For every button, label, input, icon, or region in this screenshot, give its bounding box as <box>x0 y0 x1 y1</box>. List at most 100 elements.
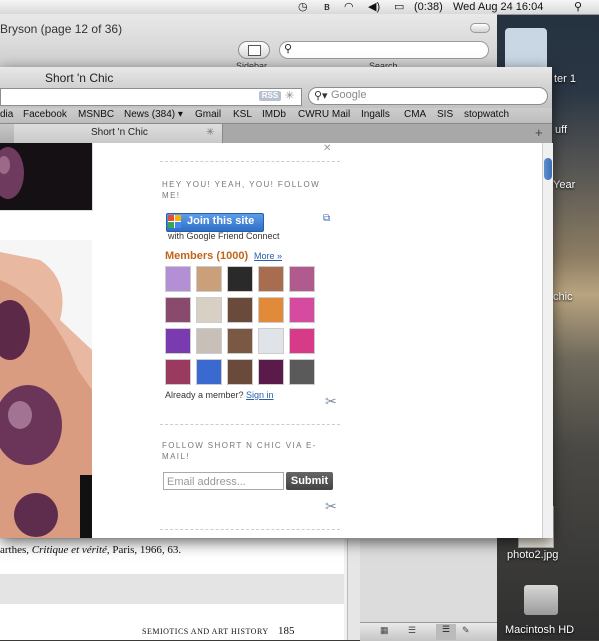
member-avatar[interactable] <box>227 266 253 292</box>
time-machine-icon[interactable]: ◷ <box>298 0 308 14</box>
google-search-input[interactable]: ⚲▾ Google <box>308 87 548 105</box>
member-avatar[interactable] <box>227 297 253 323</box>
new-tab-button[interactable]: + <box>535 125 543 140</box>
pdf-scrollbar[interactable] <box>347 539 361 640</box>
submit-button[interactable]: Submit <box>286 472 333 490</box>
wrench-screwdriver-icon[interactable]: ✂ <box>325 498 337 515</box>
hard-drive-icon[interactable] <box>524 585 558 615</box>
desktop-item-label[interactable]: Year <box>553 179 575 191</box>
desktop-item-label[interactable]: uff <box>555 124 567 136</box>
member-avatar[interactable] <box>165 266 191 292</box>
members-grid <box>165 266 325 388</box>
member-avatar[interactable] <box>196 297 222 323</box>
nail-photo <box>0 143 93 211</box>
bookmarks-bar: dia Facebook MSNBC News (384) ▾ Gmail KS… <box>0 108 552 123</box>
pencil-icon[interactable]: ✎ <box>462 625 470 636</box>
list-view-icon[interactable]: ☰ <box>408 625 416 636</box>
toolbar-toggle-button[interactable] <box>470 23 490 33</box>
search-icon: ⚲ <box>284 43 293 55</box>
detail-view-icon[interactable]: ☰ <box>436 624 456 640</box>
bluetooth-icon[interactable]: ʙ <box>324 0 330 14</box>
spotlight-icon[interactable]: ⚲ <box>574 0 582 14</box>
clock[interactable]: Wed Aug 24 16:04 <box>453 0 543 14</box>
member-avatar[interactable] <box>165 359 191 385</box>
member-avatar[interactable] <box>165 328 191 354</box>
divider <box>160 161 340 162</box>
address-bar[interactable] <box>0 88 302 106</box>
member-avatar[interactable] <box>196 266 222 292</box>
bookmark-item[interactable]: SIS <box>437 109 453 120</box>
bookmark-item[interactable]: dia <box>0 109 13 120</box>
bookmark-item[interactable]: MSNBC <box>78 109 114 120</box>
google-friend-connect-icon <box>168 215 181 228</box>
member-avatar[interactable] <box>289 328 315 354</box>
follow-widget-title: HEY YOU! YEAH, YOU! FOLLOW ME! <box>162 180 321 200</box>
email-address-input[interactable]: Email address... <box>163 472 284 490</box>
browser-title: Short 'n Chic <box>45 71 114 85</box>
member-avatar[interactable] <box>196 328 222 354</box>
gfc-caption: with Google Friend Connect <box>168 231 280 241</box>
nail-photo-large <box>0 240 92 538</box>
desktop-item-label[interactable]: Macintosh HD <box>505 624 574 636</box>
tab-partial[interactable] <box>0 124 15 143</box>
battery-time[interactable]: (0:38) <box>414 0 443 14</box>
rss-button[interactable]: RSS <box>259 91 281 101</box>
sidebar-icon <box>248 45 261 56</box>
sidebar-button[interactable] <box>238 41 270 59</box>
battery-icon[interactable]: ▭ <box>394 0 404 14</box>
nail-photo-graphic <box>0 240 92 538</box>
gfc-logo <box>168 215 181 228</box>
desktop-item-label[interactable]: chic <box>553 291 573 303</box>
tab-bar: Short 'n Chic ✳ + <box>0 123 552 144</box>
divider <box>160 424 340 425</box>
bookmark-item[interactable]: KSL <box>233 109 252 120</box>
member-avatar[interactable] <box>289 297 315 323</box>
bookmark-item[interactable]: Gmail <box>195 109 221 120</box>
menubar: ◷ ʙ ◠ ◀) ▭ (0:38) Wed Aug 24 16:04 ⚲ <box>0 0 599 15</box>
member-avatar[interactable] <box>258 359 284 385</box>
desktop-item-label[interactable]: ter 1 <box>554 73 576 85</box>
wrench-screwdriver-icon[interactable]: ✂ <box>325 393 337 410</box>
wifi-icon[interactable]: ◠ <box>344 0 354 14</box>
join-site-button[interactable]: Join this site <box>166 213 264 232</box>
member-avatar[interactable] <box>227 359 253 385</box>
external-window-icon[interactable]: ⧉ <box>323 213 330 224</box>
desktop-item-label[interactable]: photo2.jpg <box>507 549 558 561</box>
member-avatar[interactable] <box>258 297 284 323</box>
grid-view-icon[interactable]: ▦ <box>380 625 389 636</box>
scrollbar-thumb[interactable] <box>544 158 552 180</box>
running-header: SEMIOTICS AND ART HISTORY <box>142 627 269 636</box>
bookmark-item[interactable]: Ingalls <box>361 109 390 120</box>
bookmark-item[interactable]: CWRU Mail <box>298 109 350 120</box>
pdf-bottom-toolbar: ▦ ☰ ☰ ✎ <box>360 622 497 641</box>
search-icon[interactable]: ⚲▾ <box>314 89 328 102</box>
tools-icon[interactable]: ✕ <box>323 143 331 154</box>
loading-spinner-icon: ✳ <box>285 90 295 102</box>
footnote-prefix: arthes, <box>0 544 32 556</box>
bookmark-item[interactable]: IMDb <box>262 109 286 120</box>
divider <box>160 529 340 530</box>
browser-scrollbar[interactable] <box>542 143 553 538</box>
speaker-icon[interactable]: ◀) <box>368 0 380 14</box>
member-avatar[interactable] <box>196 359 222 385</box>
member-avatar[interactable] <box>165 297 191 323</box>
window-title: Bryson (page 12 of 36) <box>0 22 123 36</box>
pdf-search-input[interactable]: ⚲ <box>279 41 489 59</box>
tab-short-n-chic[interactable]: Short 'n Chic ✳ <box>14 124 223 143</box>
tab-loading-icon: ✳ <box>206 127 215 138</box>
bookmark-item[interactable]: Facebook <box>23 109 67 120</box>
member-avatar[interactable] <box>289 266 315 292</box>
browser-window: Short 'n Chic RSS ✳ ⚲▾ Google dia Facebo… <box>0 67 553 538</box>
bookmark-item[interactable]: stopwatch <box>464 109 509 120</box>
bookmark-item[interactable]: CMA <box>404 109 426 120</box>
already-member-text: Already a member? Sign in <box>165 390 274 400</box>
member-avatar[interactable] <box>258 328 284 354</box>
bookmark-item[interactable]: News (384) ▾ <box>124 109 183 120</box>
member-avatar[interactable] <box>258 266 284 292</box>
members-more-link[interactable]: More » <box>254 251 282 261</box>
member-avatar[interactable] <box>227 328 253 354</box>
sign-in-link[interactable]: Sign in <box>246 390 274 400</box>
footnote-suffix: , Paris, 1966, 63. <box>106 544 182 556</box>
member-avatar[interactable] <box>289 359 315 385</box>
page-number: 185 <box>278 625 295 637</box>
